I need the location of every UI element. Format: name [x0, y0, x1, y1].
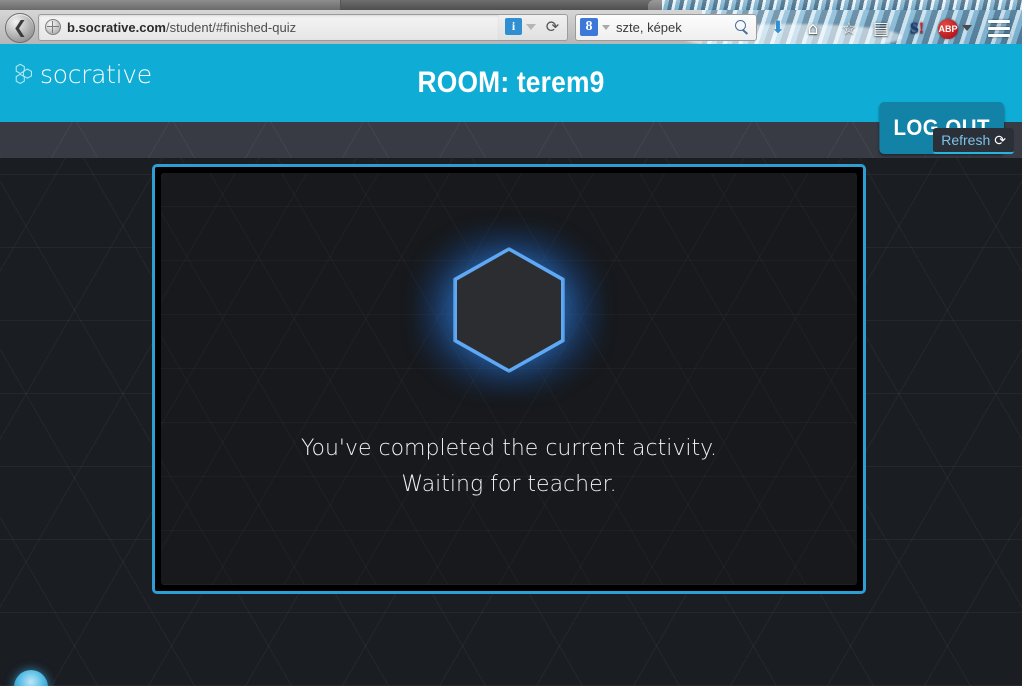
- sitebar-s-letter: S: [909, 20, 919, 37]
- search-input[interactable]: szte, képek: [616, 19, 682, 36]
- sitebar-bang: !: [918, 20, 925, 37]
- reader-list-icon[interactable]: ▤: [870, 19, 892, 39]
- sitebar-s-icon[interactable]: S!: [906, 19, 928, 39]
- back-button[interactable]: ❮: [5, 13, 35, 43]
- activity-panel: You've completed the current activity. W…: [152, 164, 866, 594]
- glowing-hexagon-icon: [379, 195, 639, 425]
- activity-panel-inner: You've completed the current activity. W…: [161, 173, 857, 585]
- sub-header-bar: [0, 122, 1022, 158]
- refresh-button[interactable]: Refresh ⟳: [933, 128, 1014, 154]
- address-bar-controls: i ⟳: [499, 14, 568, 41]
- address-bar[interactable]: b.socrative.com/student/#finished-quiz: [38, 14, 500, 41]
- refresh-button-label: Refresh: [941, 132, 991, 148]
- bookmark-star-icon[interactable]: ☆: [838, 19, 860, 39]
- refresh-icon: ⟳: [994, 133, 1006, 149]
- address-bar-text: b.socrative.com/student/#finished-quiz: [67, 19, 296, 36]
- browser-tab-inactive[interactable]: [0, 0, 341, 10]
- search-icon[interactable]: [734, 19, 750, 35]
- download-icon[interactable]: ⬇: [770, 19, 786, 37]
- back-arrow-icon: ❮: [12, 18, 28, 38]
- browser-chrome: ❮ b.socrative.com/student/#finished-quiz…: [0, 0, 1022, 45]
- globe-icon: [45, 19, 61, 35]
- home-icon[interactable]: ⌂: [802, 19, 824, 39]
- browser-tab-strip[interactable]: [0, 0, 1022, 10]
- url-path: /student/#finished-quiz: [166, 20, 297, 35]
- hexagon-cluster-icon: [15, 63, 32, 85]
- hamburger-menu-icon[interactable]: [988, 20, 1010, 37]
- adblock-plus-icon[interactable]: ABP: [938, 19, 958, 39]
- page-title: ROOM: terem9: [417, 66, 605, 99]
- activity-status-line-1: You've completed the current activity.: [300, 436, 718, 461]
- site-header: socrative ROOM: terem9: [0, 44, 1022, 122]
- adblock-dropdown-caret-icon[interactable]: [962, 25, 972, 31]
- reload-icon[interactable]: ⟳: [544, 18, 561, 35]
- activity-status-line-2: Waiting for teacher.: [401, 472, 617, 497]
- identity-info-icon[interactable]: i: [505, 18, 522, 35]
- socrative-page: socrative ROOM: terem9 LOG OUT Refresh⟳ …: [0, 44, 1022, 686]
- identity-dropdown-caret-icon[interactable]: [526, 24, 536, 30]
- url-host: b.socrative.com: [67, 20, 166, 35]
- search-box[interactable]: 8 szte, képek: [575, 14, 757, 41]
- activity-status-message: You've completed the current activity. W…: [161, 431, 857, 503]
- browser-navigation-bar: ❮ b.socrative.com/student/#finished-quiz…: [0, 10, 1022, 45]
- google-search-engine-icon[interactable]: 8: [580, 18, 598, 36]
- search-engine-dropdown-caret-icon[interactable]: [602, 25, 610, 30]
- browser-theme-image: [662, 0, 1022, 10]
